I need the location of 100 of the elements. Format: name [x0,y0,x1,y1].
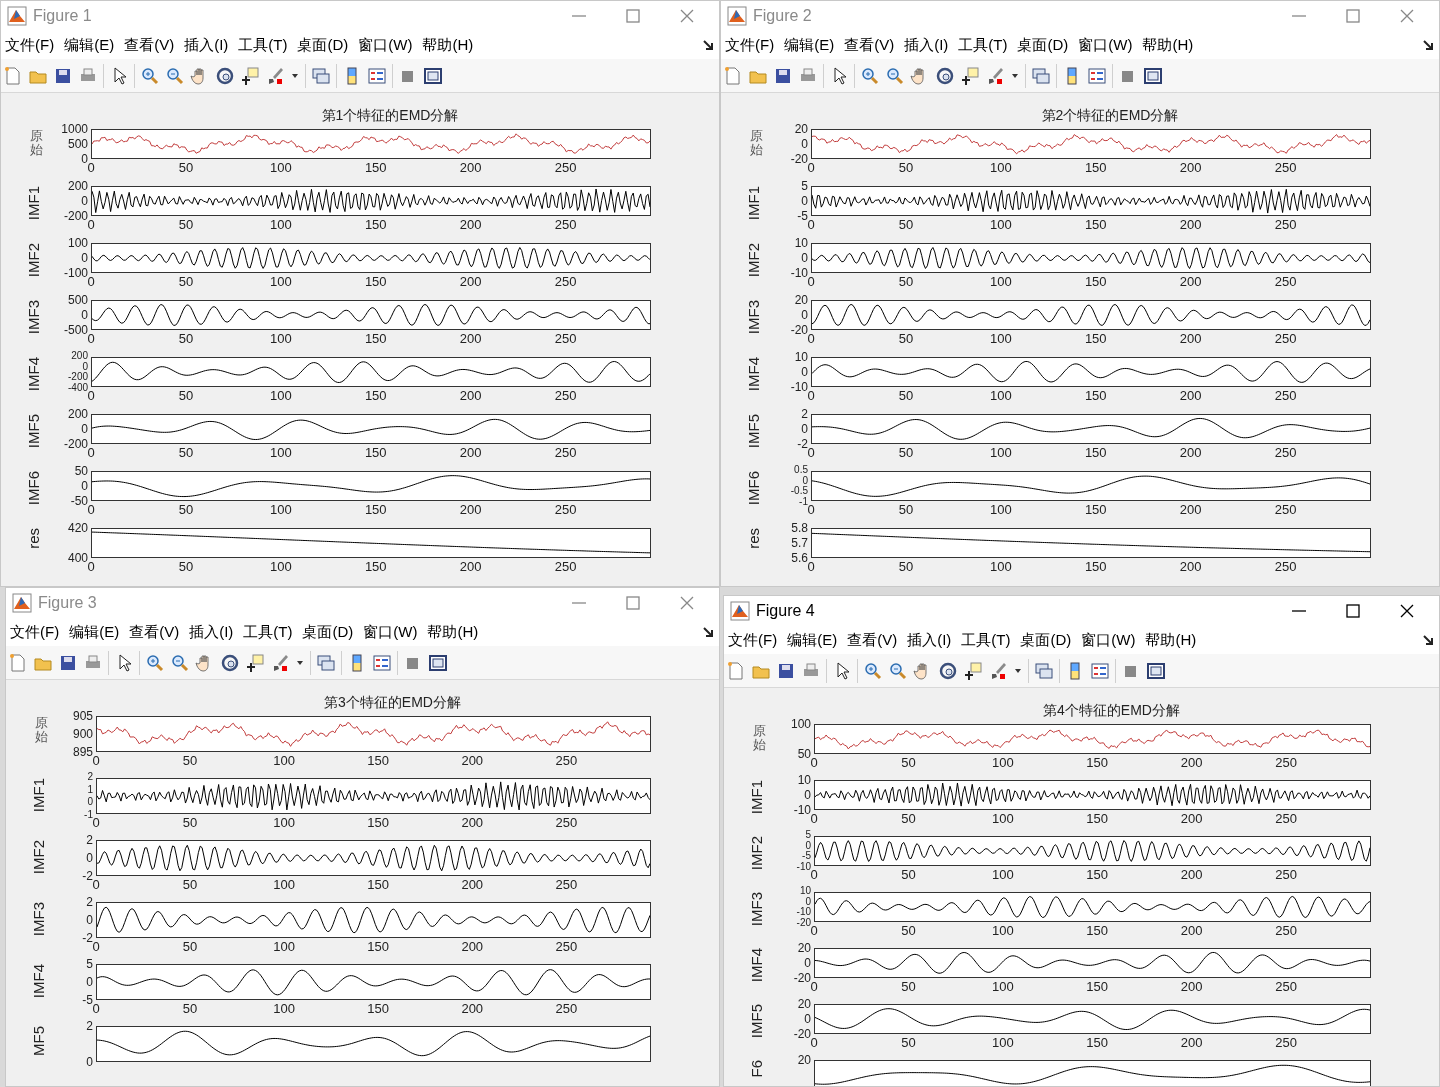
menu-item[interactable]: 查看(V) [129,620,180,644]
zoom-out-icon[interactable] [885,65,905,86]
menu-item[interactable]: 帮助(H) [427,620,479,644]
tick-label: 250 [554,560,577,574]
peak-logo-icon [12,593,32,613]
menu-item[interactable]: 窗口(W) [358,33,413,57]
menu-item[interactable]: 工具(T) [238,33,288,57]
tick-label: 50 [178,503,194,517]
window-title: Figure 4 [756,601,815,621]
tick-label: 50 [898,446,914,460]
linked-windows-icon[interactable] [1034,660,1054,681]
tick-label: 1000 [61,123,88,135]
tick-label: 0 [81,153,88,165]
tick-label: 0 [801,309,808,321]
tick-label: 200 [1180,924,1203,938]
tick-label: 200 [1179,389,1202,403]
menu-item[interactable]: 查看(V) [844,33,895,57]
data-cursor-icon[interactable] [963,660,983,681]
menu-item[interactable]: 插入(I) [907,628,952,652]
tick-label: 250 [554,446,577,460]
zoom-in-icon[interactable] [863,660,883,681]
menu-item[interactable]: 桌面(D) [1017,33,1069,57]
menu-item[interactable]: 文件(F) [725,33,775,57]
menu-item[interactable]: 编辑(E) [787,628,838,652]
data-cursor-icon[interactable] [245,652,265,673]
maximize-icon[interactable] [1343,601,1363,621]
tick-label: 400 [67,552,88,564]
menu-item[interactable]: 帮助(H) [422,33,474,57]
linked-windows-icon[interactable] [316,652,336,673]
tick-label: 20 [797,1054,811,1066]
linked-windows-icon[interactable] [1031,65,1051,86]
tick-label: 0 [807,446,815,460]
tick-label: 0 [807,161,815,175]
data-cursor-icon[interactable] [240,65,260,86]
frame-icon[interactable] [423,65,443,86]
tick-label: 0 [801,366,808,378]
tick-label: 200 [461,878,484,892]
legend-icon[interactable] [1087,65,1107,86]
menu-item[interactable]: 文件(F) [10,620,60,644]
tick-label: 150 [1086,812,1109,826]
dock-arrow-icon[interactable] [1421,38,1435,52]
data-cursor-icon[interactable] [960,65,980,86]
legend-icon[interactable] [1090,660,1110,681]
tick-label: 10 [794,351,808,363]
menu-item[interactable]: 桌面(D) [297,33,349,57]
menu-item[interactable]: 查看(V) [124,33,175,57]
menu-item[interactable]: 查看(V) [847,628,898,652]
menu-item[interactable]: 插入(I) [904,33,949,57]
menu-item[interactable]: 编辑(E) [784,33,835,57]
menu-item[interactable]: 插入(I) [189,620,234,644]
menu-item[interactable]: 窗口(W) [1081,628,1136,652]
frame-icon[interactable] [1143,65,1163,86]
frame-icon[interactable] [1146,660,1166,681]
tick-label: 250 [1275,1036,1297,1050]
rotate-icon[interactable] [220,652,240,673]
menu-item[interactable]: 文件(F) [728,628,778,652]
tick-label: 0.5 [794,465,808,475]
zoom-out-icon[interactable] [888,660,908,681]
menu-item[interactable]: 桌面(D) [302,620,354,644]
tick-label: 200 [461,1002,484,1016]
menu-item[interactable]: 帮助(H) [1142,33,1194,57]
menu-item[interactable]: 工具(T) [961,628,1011,652]
dock-arrow-icon[interactable] [701,38,715,52]
dock-arrow-icon[interactable] [701,625,715,639]
menu-item[interactable]: 工具(T) [243,620,293,644]
tick-label: 0 [810,924,818,938]
rotate-icon[interactable] [938,660,958,681]
tick-label: 0 [87,161,95,175]
menu-item[interactable]: 工具(T) [958,33,1008,57]
tick-label: 100 [991,868,1014,882]
zoom-out-icon[interactable] [165,65,185,86]
zoom-out-icon[interactable] [170,652,190,673]
menu-item[interactable]: 桌面(D) [1020,628,1072,652]
menu-item[interactable]: 窗口(W) [1078,33,1133,57]
menu-item[interactable]: 文件(F) [5,33,55,57]
tick-label: 2 [801,408,808,420]
tick-label: 150 [1086,1036,1109,1050]
legend-icon[interactable] [372,652,392,673]
tick-label: 0 [81,195,88,207]
dock-arrow-icon[interactable] [1421,633,1435,647]
menu-item[interactable]: 插入(I) [184,33,229,57]
legend-icon[interactable] [367,65,387,86]
tick-label: 100 [273,878,295,892]
menu-item[interactable]: 帮助(H) [1145,628,1197,652]
tick-label: 200 [1180,868,1203,882]
tick-label: 50 [178,560,194,574]
zoom-in-icon[interactable] [140,65,160,86]
rotate-icon[interactable] [215,65,235,86]
rotate-icon[interactable] [935,65,955,86]
axis-label: IMF4 [30,964,48,999]
frame-icon[interactable] [428,652,448,673]
menu-item[interactable]: 编辑(E) [69,620,120,644]
zoom-in-icon[interactable] [860,65,880,86]
tick-label: 250 [1275,812,1297,826]
menu-item[interactable]: 编辑(E) [64,33,115,57]
zoom-in-icon[interactable] [145,652,165,673]
linked-windows-icon[interactable] [311,65,331,86]
menu-item[interactable]: 窗口(W) [363,620,418,644]
axis-label: MF5 [30,1026,48,1056]
tick-label: 0 [807,389,815,403]
